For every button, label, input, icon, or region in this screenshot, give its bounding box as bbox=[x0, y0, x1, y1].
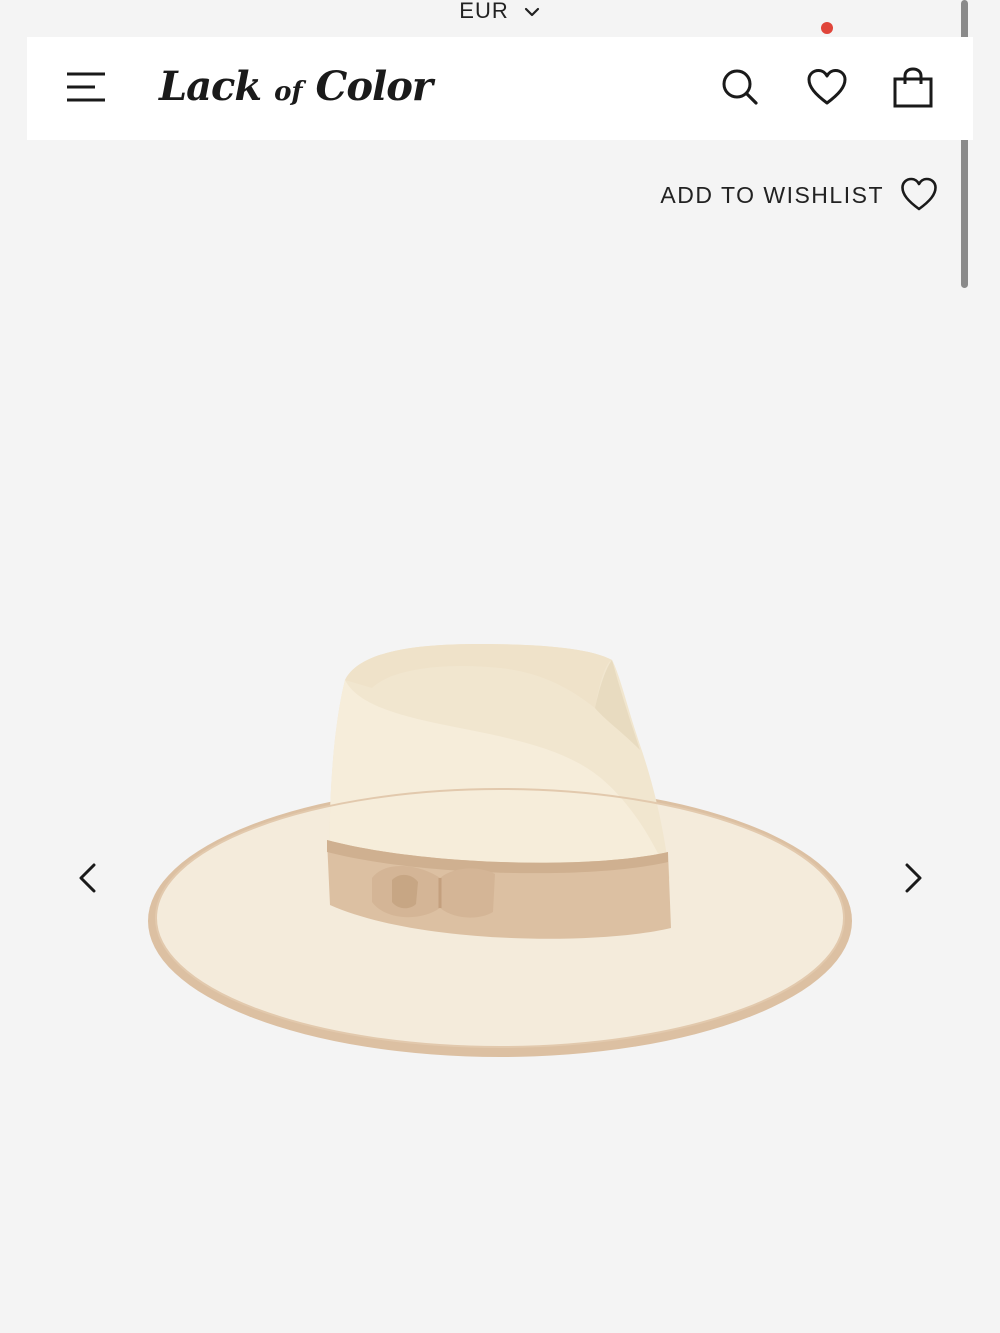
chevron-right-icon bbox=[905, 863, 922, 893]
site-header: Lack of Color bbox=[27, 37, 973, 140]
brand-logo[interactable]: Lack of Color bbox=[159, 55, 433, 119]
wishlist-notification-dot bbox=[821, 22, 833, 34]
add-to-wishlist-label: ADD TO WISHLIST bbox=[660, 181, 884, 208]
menu-icon bbox=[67, 72, 105, 102]
menu-button[interactable] bbox=[65, 69, 109, 109]
logo-text-of: of bbox=[274, 77, 303, 107]
gallery-prev-button[interactable] bbox=[68, 858, 108, 898]
currency-label: EUR bbox=[459, 0, 509, 23]
chevron-left-icon bbox=[79, 863, 96, 893]
search-button[interactable] bbox=[719, 67, 761, 109]
logo-text-main: Lack bbox=[159, 63, 262, 110]
heart-icon bbox=[807, 69, 847, 105]
logo-text-end: Color bbox=[315, 63, 433, 110]
currency-bar: EUR bbox=[0, 0, 1000, 37]
chevron-down-icon bbox=[524, 7, 539, 17]
add-to-wishlist-button[interactable]: ADD TO WISHLIST bbox=[660, 176, 938, 214]
hat-illustration bbox=[148, 644, 852, 1057]
search-icon bbox=[722, 69, 758, 105]
cart-button[interactable] bbox=[892, 67, 934, 109]
wishlist-button[interactable] bbox=[806, 67, 848, 109]
shopping-bag-icon bbox=[893, 67, 933, 108]
gallery-next-button[interactable] bbox=[893, 858, 933, 898]
currency-selector[interactable]: EUR bbox=[459, 0, 540, 24]
product-image[interactable] bbox=[0, 560, 1000, 1120]
heart-icon bbox=[901, 177, 937, 211]
